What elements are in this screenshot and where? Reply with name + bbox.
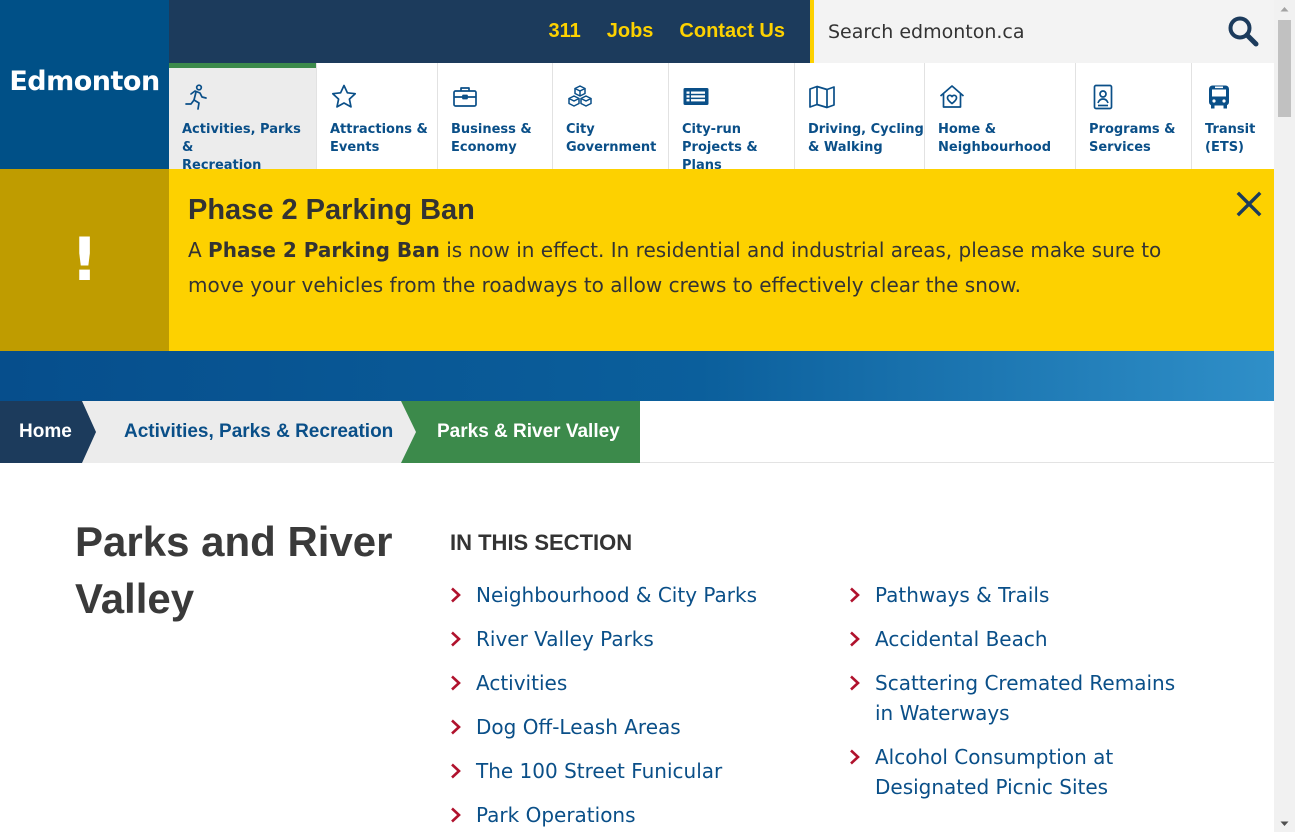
nav-item-activities[interactable]: Activities, Parks & Recreation <box>169 63 317 173</box>
star-icon <box>330 83 358 111</box>
house-heart-icon <box>938 83 966 111</box>
nav-label: Home & Neighbourhood <box>938 122 1052 155</box>
page-title: Parks and River Valley <box>75 518 393 622</box>
nav-item-transit[interactable]: Transit (ETS) <box>1192 63 1274 169</box>
id-badge-icon <box>1089 83 1117 111</box>
nav-item-driving[interactable]: Driving, Cycling & Walking <box>795 63 925 169</box>
alert-body: A Phase 2 Parking Ban is now in effect. … <box>188 238 1162 297</box>
section-link[interactable]: Park Operations <box>450 800 840 830</box>
utility-bar: 311 Jobs Contact Us <box>169 0 810 63</box>
nav-item-business[interactable]: Business & Economy <box>438 63 553 169</box>
chevron-right-icon <box>451 587 461 603</box>
search-icon[interactable] <box>1224 12 1262 50</box>
section-banner <box>0 351 1274 401</box>
chevron-right-icon <box>451 631 461 647</box>
search-box <box>810 0 1274 63</box>
scroll-up-arrow-icon[interactable] <box>1274 0 1295 17</box>
nav-item-programs[interactable]: Programs & Services <box>1076 63 1192 169</box>
bus-icon <box>1205 83 1233 111</box>
cubes-icon <box>566 83 594 111</box>
section-link[interactable]: Dog Off-Leash Areas <box>450 712 840 742</box>
breadcrumb-parent[interactable]: Activities, Parks & Recreation <box>80 401 416 463</box>
close-icon[interactable] <box>1234 189 1264 219</box>
nav-label: Activities, Parks & Recreation <box>182 122 301 173</box>
section-link[interactable]: Scattering Cremated Remains in Waterways <box>849 668 1194 728</box>
chevron-right-icon <box>451 807 461 823</box>
briefcase-icon <box>451 83 479 111</box>
section-link[interactable]: Alcohol Consumption at Designated Picnic… <box>849 742 1194 802</box>
page-scrollbar[interactable] <box>1274 0 1295 832</box>
section-link[interactable]: The 100 Street Funicular <box>450 756 840 786</box>
chevron-right-icon <box>451 675 461 691</box>
scrollbar-thumb[interactable] <box>1278 20 1291 117</box>
nav-label: City Government <box>566 122 657 155</box>
section-heading: IN THIS SECTION <box>450 530 633 555</box>
section-link[interactable]: Activities <box>450 668 840 698</box>
section-link[interactable]: Neighbourhood & City Parks <box>450 580 840 610</box>
nav-label: Transit (ETS) <box>1205 122 1256 155</box>
search-input[interactable] <box>828 20 1208 43</box>
chevron-right-icon <box>850 587 860 603</box>
nav-item-projects[interactable]: City-run Projects & Plans <box>669 63 795 173</box>
utility-link-jobs[interactable]: Jobs <box>607 20 654 43</box>
list-board-icon <box>682 83 710 111</box>
chevron-right-icon <box>850 675 860 691</box>
breadcrumb-current: Parks & River Valley <box>400 401 640 463</box>
section-links-col1: Neighbourhood & City Parks River Valley … <box>450 580 840 832</box>
nav-item-city-government[interactable]: City Government <box>553 63 669 169</box>
scroll-down-arrow-icon[interactable] <box>1274 815 1295 832</box>
section-links-col2: Pathways & Trails Accidental Beach Scatt… <box>849 580 1194 816</box>
exclamation-icon: ! <box>70 225 99 295</box>
section-link[interactable]: Pathways & Trails <box>849 580 1194 610</box>
utility-link-contact[interactable]: Contact Us <box>679 20 785 43</box>
main-nav: Activities, Parks & Recreation Attractio… <box>169 63 1274 173</box>
alert-title: Phase 2 Parking Ban <box>188 194 475 226</box>
running-person-icon <box>182 83 210 111</box>
chevron-right-icon <box>850 749 860 765</box>
parking-ban-alert: ! Phase 2 Parking Ban A Phase 2 Parking … <box>0 169 1274 351</box>
chevron-right-icon <box>451 763 461 779</box>
nav-label: Programs & Services <box>1089 122 1176 155</box>
map-icon <box>808 83 836 111</box>
nav-label: Driving, Cycling & Walking <box>808 122 924 155</box>
section-link[interactable]: Accidental Beach <box>849 624 1194 654</box>
chevron-right-icon <box>451 719 461 735</box>
nav-item-attractions[interactable]: Attractions & Events <box>317 63 438 169</box>
breadcrumb-home[interactable]: Home <box>0 401 96 463</box>
utility-link-311[interactable]: 311 <box>548 20 580 43</box>
breadcrumb: Home Activities, Parks & Recreation Park… <box>0 401 1274 463</box>
alert-body-bold[interactable]: Phase 2 Parking Ban <box>208 238 440 262</box>
nav-label: City-run Projects & Plans <box>682 122 758 173</box>
nav-label: Business & Economy <box>451 122 532 155</box>
section-link[interactable]: River Valley Parks <box>450 624 840 654</box>
alert-icon-panel: ! <box>0 169 169 351</box>
site-logo[interactable]: Edmonton <box>9 66 160 97</box>
nav-item-home[interactable]: Home & Neighbourhood <box>925 63 1076 169</box>
logo-block[interactable]: Edmonton <box>0 0 169 169</box>
chevron-right-icon <box>850 631 860 647</box>
nav-label: Attractions & Events <box>330 122 428 155</box>
